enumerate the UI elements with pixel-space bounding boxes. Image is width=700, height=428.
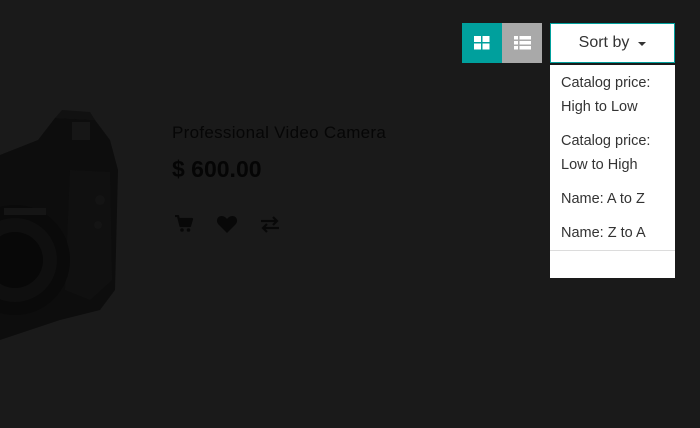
add-to-cart-icon[interactable] <box>172 212 196 236</box>
camera-image <box>0 110 118 340</box>
product-actions <box>172 212 301 236</box>
sort-option-name-z-a[interactable]: Name: Z to A <box>561 221 671 245</box>
product-name[interactable]: Professional Video Camera <box>172 123 386 143</box>
list-icon <box>513 36 531 50</box>
sort-by-label: Sort by <box>578 34 630 51</box>
sort-option-price-high-low[interactable]: Catalog price: High to Low <box>561 71 671 119</box>
sort-option-line: Low to High <box>561 157 638 173</box>
caret-down-icon <box>638 41 647 46</box>
wishlist-icon[interactable] <box>215 212 239 236</box>
shop-page: Professional Video Camera $ 600.00 Sort … <box>0 0 700 428</box>
sort-by-button[interactable]: Sort by <box>550 23 675 63</box>
grid-icon <box>474 36 490 50</box>
sort-menu: Catalog price: High to Low Catalog price… <box>550 65 675 278</box>
sort-option-line: Name: A to Z <box>561 191 645 207</box>
list-view-button[interactable] <box>502 23 542 63</box>
compare-icon[interactable] <box>258 212 282 236</box>
grid-view-button[interactable] <box>462 23 502 63</box>
sort-option-line: High to Low <box>561 99 638 115</box>
sort-option-line: Catalog price: <box>561 75 651 91</box>
product-price: $ 600.00 <box>172 156 262 182</box>
sort-option-line: Name: Z to A <box>561 225 646 241</box>
sort-option-name-a-z[interactable]: Name: A to Z <box>561 187 671 211</box>
product-image[interactable] <box>0 100 150 370</box>
sort-option-price-low-high[interactable]: Catalog price: Low to High <box>561 129 671 177</box>
menu-divider <box>550 250 675 251</box>
sort-option-line: Catalog price: <box>561 133 651 149</box>
